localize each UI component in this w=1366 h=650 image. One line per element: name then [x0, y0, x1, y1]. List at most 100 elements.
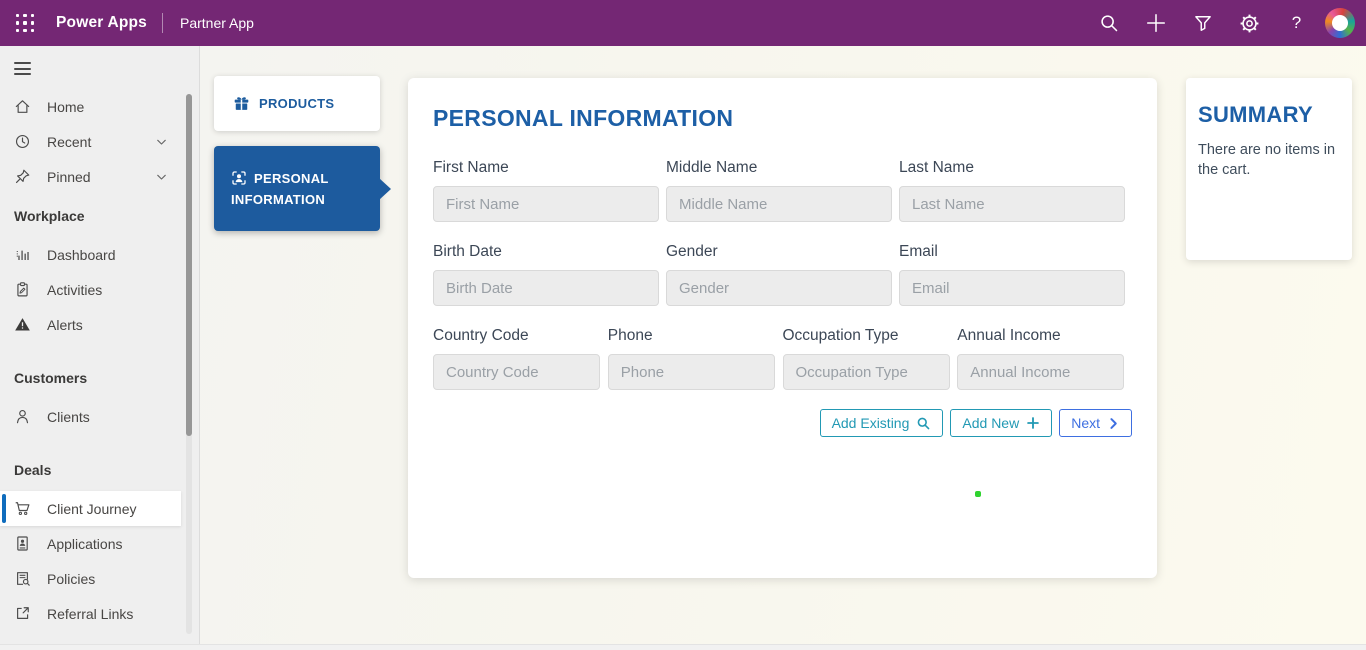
help-glyph: ? — [1291, 13, 1302, 32]
plus-icon — [1027, 417, 1040, 429]
personal-information-card: PERSONAL INFORMATION First Name Middle N… — [408, 78, 1157, 578]
sidebar-item-home[interactable]: Home — [0, 89, 199, 124]
country-code-input[interactable] — [433, 354, 600, 390]
sidebar-item-label: Policies — [47, 570, 96, 587]
gender-input[interactable] — [666, 270, 892, 306]
next-button[interactable]: Next — [1059, 409, 1132, 437]
sidebar-item-label: Pinned — [47, 168, 91, 185]
home-icon — [15, 100, 30, 113]
tab-personal-information[interactable]: PERSONAL INFORMATION — [214, 146, 391, 231]
sidebar-nav: Home Recent Pinned Workplace Dashboard A… — [0, 89, 199, 631]
field-annual-income: Annual Income — [957, 327, 1132, 390]
gear-icon[interactable] — [1226, 0, 1273, 46]
brand-title: Power Apps — [56, 14, 147, 31]
summary-empty-message: There are no items in the cart. — [1198, 142, 1336, 178]
field-phone: Phone — [607, 327, 783, 390]
sidebar-section-customers: Customers — [14, 369, 88, 386]
app-title: Partner App — [180, 15, 254, 31]
email-input[interactable] — [899, 270, 1125, 306]
status-dot — [975, 491, 981, 497]
button-label: Add New — [962, 415, 1020, 431]
sidebar-item-alerts[interactable]: Alerts — [0, 307, 199, 342]
gift-icon — [234, 97, 249, 110]
clock-icon — [15, 134, 30, 149]
top-app-bar: Power Apps Partner App ? — [0, 0, 1366, 46]
plus-icon[interactable] — [1132, 0, 1179, 46]
sidebar-item-recent[interactable]: Recent — [0, 124, 199, 159]
selected-tab-arrow — [379, 177, 391, 200]
field-country-code: Country Code — [433, 327, 608, 390]
tab-label: PRODUCTS — [259, 96, 335, 111]
form-title: PERSONAL INFORMATION — [433, 105, 734, 131]
summary-title: SUMMARY — [1198, 102, 1313, 127]
dashboard-icon — [16, 250, 29, 261]
field-label: Phone — [607, 327, 653, 344]
field-label: Last Name — [899, 159, 974, 176]
field-label: Occupation Type — [782, 327, 899, 344]
field-label: Middle Name — [666, 159, 758, 176]
field-label: Annual Income — [957, 327, 1061, 344]
header-actions: ? — [1085, 0, 1366, 46]
sidebar-item-dashboard[interactable]: Dashboard — [0, 237, 199, 272]
form-row-1: First Name Middle Name Last Name — [433, 159, 1132, 222]
field-email: Email — [899, 243, 1132, 306]
last-name-input[interactable] — [899, 186, 1125, 222]
field-occupation-type: Occupation Type — [782, 327, 958, 390]
search-icon[interactable] — [1085, 0, 1132, 46]
sidebar-item-label: Home — [47, 98, 85, 115]
first-name-input[interactable] — [433, 186, 659, 222]
chevron-down-icon[interactable] — [154, 169, 169, 184]
add-existing-button[interactable]: Add Existing — [819, 409, 944, 437]
button-label: Next — [1071, 415, 1100, 431]
person-icon — [16, 409, 29, 424]
id-card-icon — [17, 536, 28, 551]
field-first-name: First Name — [433, 159, 666, 222]
sidebar-item-client-journey[interactable]: Client Journey — [0, 491, 181, 526]
sidebar-item-label: Alerts — [47, 316, 83, 333]
chevron-right-icon — [1110, 417, 1117, 429]
sidebar-item-activities[interactable]: Activities — [0, 272, 199, 307]
hamburger-menu-icon[interactable] — [0, 46, 46, 75]
phone-input[interactable] — [607, 354, 775, 390]
sidebar-item-label: Recent — [47, 133, 92, 150]
button-label: Add Existing — [831, 415, 910, 431]
sidebar-item-label: Dashboard — [47, 246, 116, 263]
sidebar-item-pinned[interactable]: Pinned — [0, 159, 199, 194]
field-gender: Gender — [666, 243, 899, 306]
app-launcher-icon[interactable] — [2, 0, 48, 46]
sidebar-item-label: Applications — [47, 535, 123, 552]
sidebar-section-workplace: Workplace — [14, 207, 85, 224]
sidebar-item-referral-links[interactable]: Referral Links — [0, 596, 199, 631]
field-label: Email — [899, 243, 938, 260]
field-label: Country Code — [433, 327, 529, 344]
occupation-type-input[interactable] — [782, 354, 950, 390]
sidebar-item-label: Referral Links — [47, 605, 134, 622]
avatar[interactable] — [1325, 8, 1355, 38]
sidebar-item-label: Client Journey — [47, 500, 137, 517]
person-badge-icon — [232, 171, 246, 185]
filter-icon[interactable] — [1179, 0, 1226, 46]
sidebar-item-policies[interactable]: Policies — [0, 561, 199, 596]
birth-date-input[interactable] — [433, 270, 659, 306]
field-label: Birth Date — [433, 243, 502, 260]
sidebar-scrollbar-thumb[interactable] — [186, 94, 192, 436]
tab-products[interactable]: PRODUCTS — [214, 76, 380, 131]
search-icon — [918, 417, 930, 429]
field-label: First Name — [433, 159, 509, 176]
middle-name-input[interactable] — [666, 186, 892, 222]
add-new-button[interactable]: Add New — [950, 409, 1053, 437]
annual-income-input[interactable] — [957, 354, 1125, 390]
sidebar-item-applications[interactable]: Applications — [0, 526, 199, 561]
horizontal-scrollbar[interactable] — [0, 644, 1366, 650]
clipboard-icon — [17, 282, 28, 297]
sidebar-section-deals: Deals — [14, 461, 52, 478]
field-middle-name: Middle Name — [666, 159, 899, 222]
sidebar-item-clients[interactable]: Clients — [0, 399, 199, 434]
summary-card: SUMMARY There are no items in the cart. — [1186, 78, 1352, 260]
waffle-grid — [15, 13, 35, 33]
pin-icon — [15, 169, 30, 184]
header-divider — [162, 13, 163, 33]
chevron-down-icon[interactable] — [154, 134, 169, 149]
sidebar-item-label: Activities — [47, 281, 103, 298]
help-icon[interactable]: ? — [1273, 0, 1320, 46]
